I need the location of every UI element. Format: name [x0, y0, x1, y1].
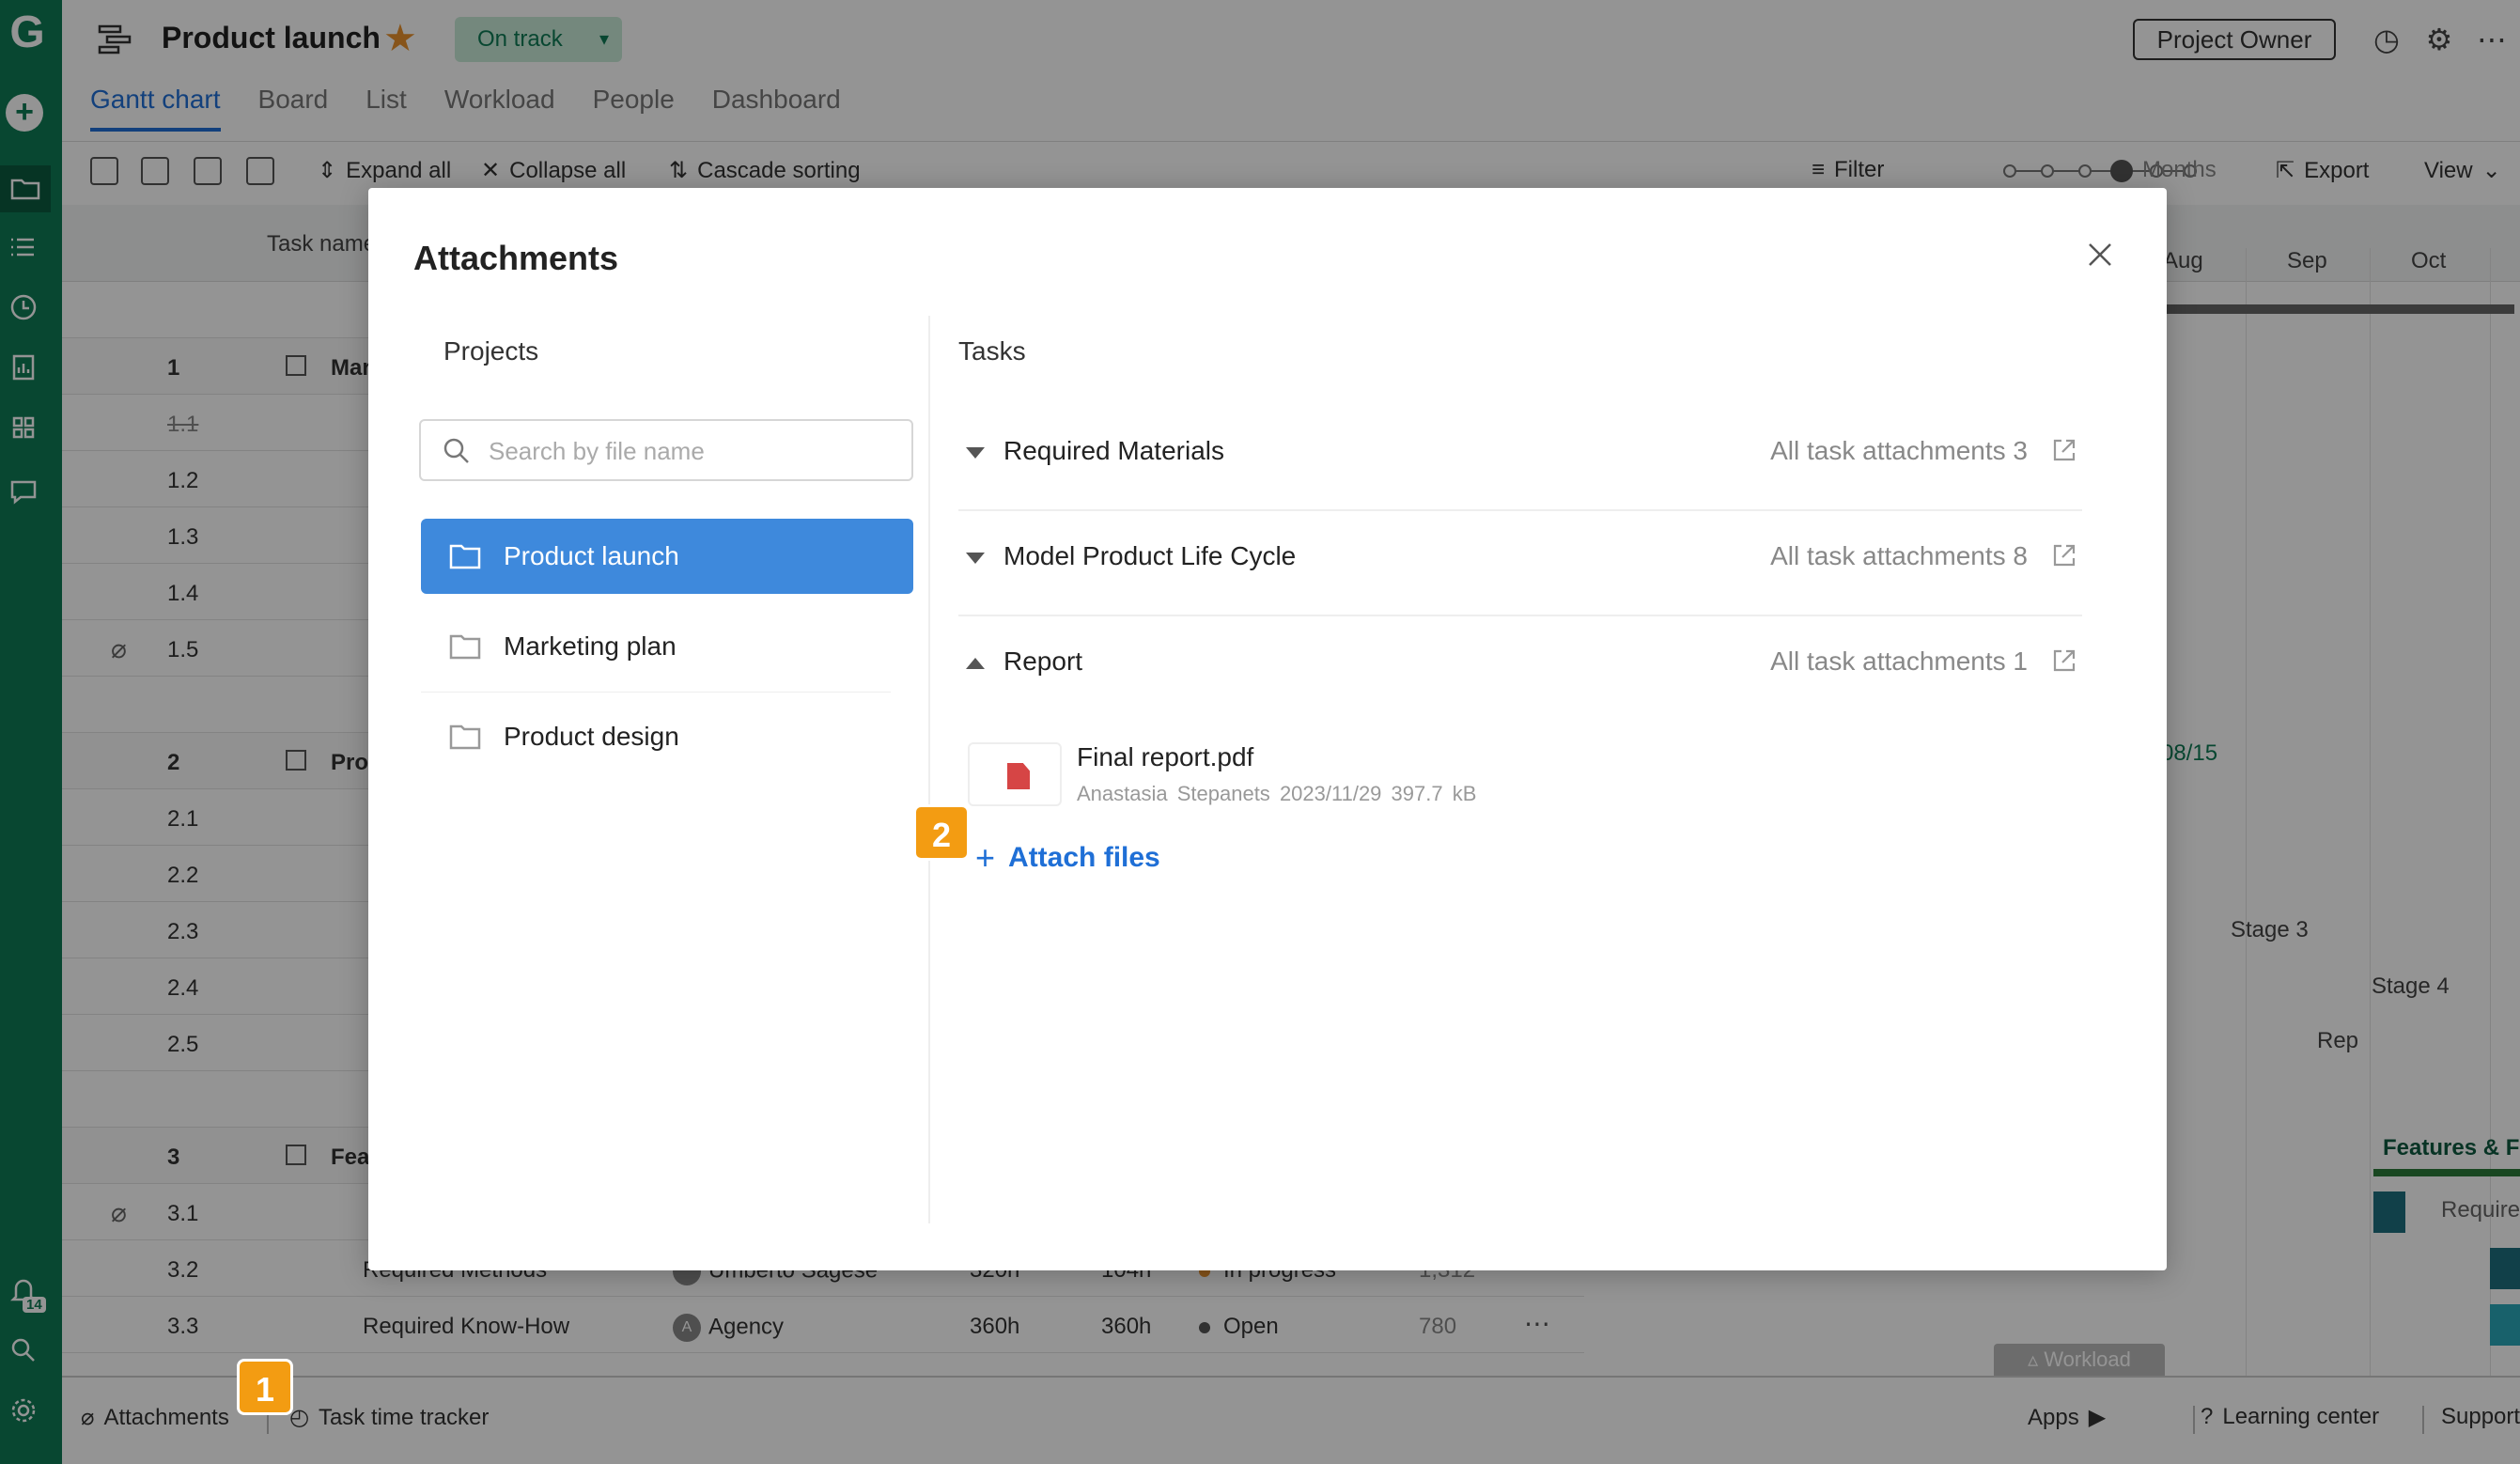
all-task-attachments-link[interactable]: All task attachments 1	[1770, 646, 2028, 677]
project-item-product-design[interactable]: Product design	[421, 699, 913, 774]
file-search-box	[419, 419, 913, 481]
divider	[421, 692, 891, 693]
pdf-file-icon	[968, 742, 1062, 806]
open-external-icon[interactable]	[2050, 436, 2078, 464]
projects-heading: Projects	[443, 336, 539, 366]
column-divider	[928, 316, 930, 1223]
task-name: Report	[1003, 646, 1083, 676]
folder-icon	[449, 544, 481, 569]
callout-badge-2: 2	[913, 804, 970, 861]
attachment-file-item[interactable]: Final report.pdf Anastasia Stepanets 202…	[968, 742, 1907, 818]
collapse-triangle-icon[interactable]	[966, 658, 985, 669]
project-item-label: Marketing plan	[504, 631, 677, 661]
open-external-icon[interactable]	[2050, 541, 2078, 569]
project-item-label: Product design	[504, 722, 679, 751]
folder-icon	[449, 724, 481, 750]
attachments-modal: Attachments Projects Tasks Product launc…	[368, 188, 2167, 1270]
callout-badge-1: 1	[237, 1359, 293, 1415]
close-icon[interactable]	[2084, 239, 2116, 271]
plus-icon: +	[975, 838, 996, 877]
task-name: Model Product Life Cycle	[1003, 541, 1297, 570]
all-task-attachments-link[interactable]: All task attachments 3	[1770, 436, 2028, 466]
expand-triangle-icon[interactable]	[966, 447, 985, 459]
project-item-marketing-plan[interactable]: Marketing plan	[421, 609, 913, 684]
search-icon	[443, 438, 469, 463]
task-row-report[interactable]: Report All task attachments 1	[958, 618, 2082, 722]
attach-files-label: Attach files	[1008, 842, 1160, 873]
folder-icon	[449, 634, 481, 660]
open-external-icon[interactable]	[2050, 646, 2078, 675]
project-item-label: Product launch	[504, 541, 679, 570]
file-size: 397.7 kB	[1391, 782, 1477, 805]
file-date: 2023/11/29	[1279, 782, 1382, 805]
task-row-model-product-life-cycle[interactable]: Model Product Life Cycle All task attach…	[958, 513, 2082, 616]
expand-triangle-icon[interactable]	[966, 553, 985, 564]
attach-files-button[interactable]: + Attach files	[975, 838, 1160, 877]
task-name: Required Materials	[1003, 436, 1224, 465]
project-item-product-launch[interactable]: Product launch	[421, 519, 913, 594]
search-input[interactable]	[489, 432, 893, 470]
all-task-attachments-link[interactable]: All task attachments 8	[1770, 541, 2028, 571]
modal-title: Attachments	[413, 239, 619, 277]
file-meta: Anastasia Stepanets 2023/11/29 397.7 kB	[1077, 782, 1476, 806]
file-author: Anastasia Stepanets	[1077, 782, 1270, 805]
tasks-heading: Tasks	[958, 336, 1026, 366]
task-row-required-materials[interactable]: Required Materials All task attachments …	[958, 408, 2082, 511]
file-name[interactable]: Final report.pdf	[1077, 742, 1253, 772]
